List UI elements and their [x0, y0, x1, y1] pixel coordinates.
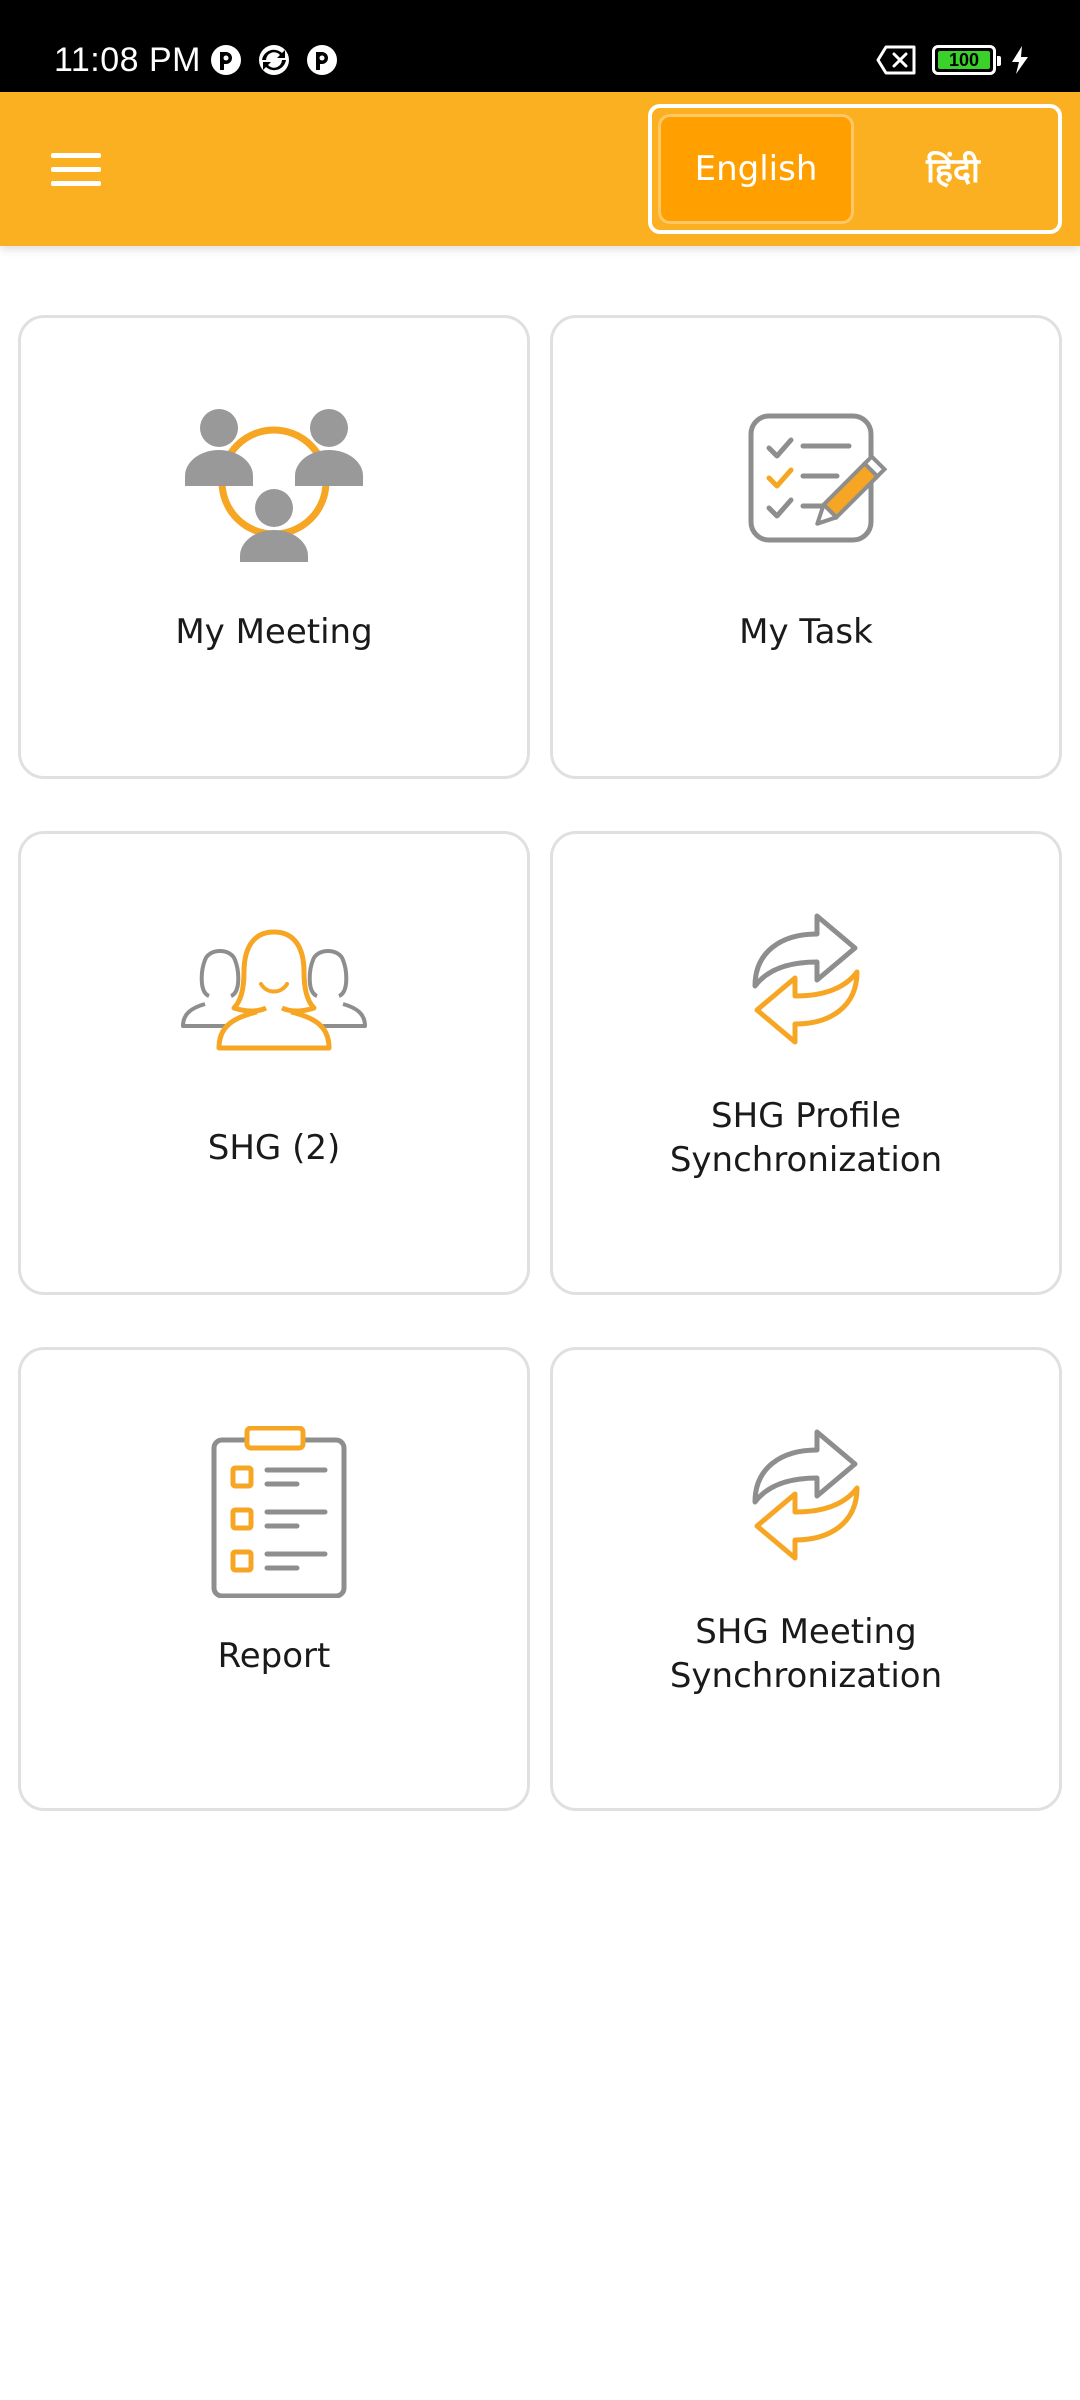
tile-my-meeting[interactable]: My Meeting — [18, 315, 530, 779]
tile-label: SHG (2) — [207, 1128, 341, 1168]
no-sim-icon — [876, 45, 916, 75]
tile-shg[interactable]: SHG (2) — [18, 831, 530, 1295]
battery-icon: 100 — [932, 45, 1001, 75]
status-time: 11:08 PM — [54, 41, 202, 79]
tile-label: My Task — [739, 612, 873, 652]
tile-shg-profile-sync[interactable]: SHG Profile Synchronization — [550, 831, 1062, 1295]
shg-women-group-icon — [181, 929, 367, 1051]
app-bar: English हिंदी — [0, 92, 1080, 246]
sync-arrows-icon — [752, 1429, 860, 1561]
app-notification-icon — [211, 45, 241, 75]
menu-button[interactable] — [40, 134, 112, 206]
status-bar: 11:08 PM 100 — [0, 0, 1080, 92]
tile-report[interactable]: Report — [18, 1347, 530, 1811]
sync-notification-icon — [259, 45, 289, 75]
language-toggle: English हिंदी — [648, 104, 1062, 234]
sync-arrows-icon — [752, 913, 860, 1045]
tile-label: SHG Meeting Synchronization — [669, 1612, 943, 1696]
charging-bolt-icon — [1012, 46, 1028, 74]
battery-level: 100 — [948, 50, 980, 70]
tile-label: SHG Profile Synchronization — [669, 1096, 943, 1180]
tile-my-task[interactable]: My Task — [550, 315, 1062, 779]
home-screen: 11:08 PM 100 English हिंदी My Meeting My… — [0, 0, 1080, 2400]
report-clipboard-icon — [211, 1426, 347, 1598]
language-option-english[interactable]: English — [658, 114, 854, 224]
system-icons: 100 — [876, 40, 1030, 80]
meeting-group-icon — [185, 409, 363, 562]
app-notification-icon — [307, 45, 337, 75]
tile-label: Report — [217, 1636, 331, 1676]
task-checklist-icon — [748, 413, 888, 543]
dashboard-grid: My Meeting My Task SHG (2) SHG Profile S… — [18, 315, 1062, 1811]
tile-label: My Meeting — [175, 612, 373, 652]
tile-shg-meeting-sync[interactable]: SHG Meeting Synchronization — [550, 1347, 1062, 1811]
hamburger-menu-icon — [51, 153, 101, 186]
notification-icons — [208, 40, 340, 80]
language-option-hindi[interactable]: हिंदी — [854, 114, 1052, 224]
